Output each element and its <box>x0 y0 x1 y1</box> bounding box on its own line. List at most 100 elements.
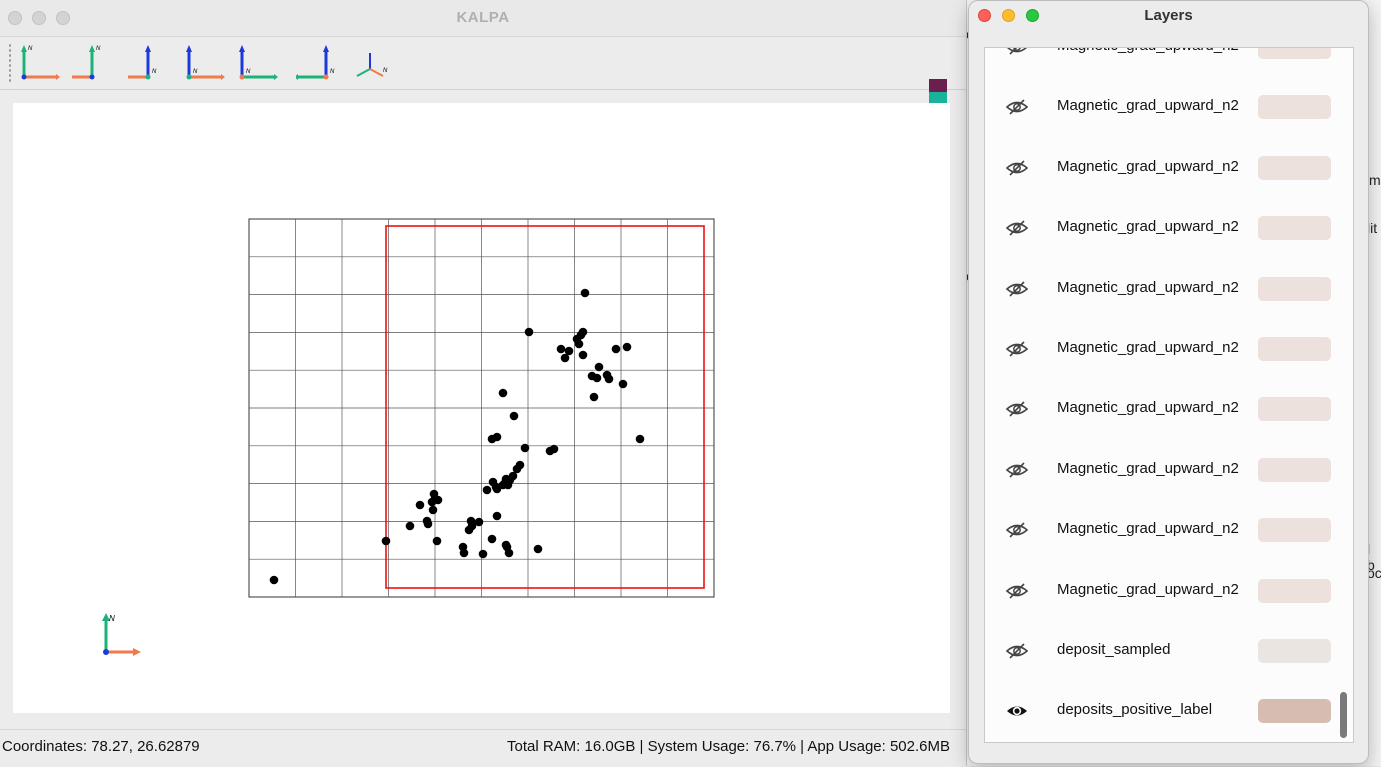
layer-name: Magnetic_grad_upward_n2 <box>1057 399 1239 417</box>
deposit-point <box>428 505 438 515</box>
layer-color-swatch[interactable] <box>1258 216 1331 241</box>
svg-text:N: N <box>28 46 33 52</box>
deposit-point <box>524 327 534 337</box>
layer-row[interactable]: Magnetic_grad_upward_n2 <box>985 500 1353 560</box>
map-canvas[interactable]: N <box>13 103 950 713</box>
layer-row[interactable]: Magnetic_grad_upward_n2 <box>985 319 1353 379</box>
layers-title-bar: Layers <box>969 1 1368 31</box>
deposit-point <box>589 392 599 402</box>
toolbar: N N N N N N N <box>0 37 966 118</box>
view-axis-1-button[interactable]: N <box>20 41 62 85</box>
view-axis-2-button[interactable]: N <box>60 41 114 85</box>
deposit-point <box>556 344 566 354</box>
view-axis-6-button[interactable]: N <box>294 41 338 85</box>
resource-usage-readout: Total RAM: 16.0GB | System Usage: 76.7% … <box>506 738 950 755</box>
deposit-point <box>611 344 621 354</box>
deposit-points <box>269 288 645 585</box>
layers-scrollbar-thumb[interactable] <box>1340 692 1347 738</box>
view-axis-5-button[interactable]: N <box>238 41 280 85</box>
layer-row[interactable]: Magnetic_grad_upward_n2 <box>985 561 1353 621</box>
deposit-point <box>459 548 469 558</box>
layer-row[interactable]: Magnetic_grad_upward_n2 <box>985 198 1353 258</box>
deposit-point <box>464 525 474 535</box>
deposit-point <box>498 388 508 398</box>
grid <box>248 218 715 598</box>
layer-row[interactable]: Magnetic_grad_upward_n2 <box>985 48 1353 77</box>
layer-color-swatch[interactable] <box>1258 337 1331 361</box>
svg-text:N: N <box>383 68 388 74</box>
deposit-point <box>478 549 488 559</box>
eye-slash-icon[interactable] <box>1005 399 1029 419</box>
status-bar: Coordinates: 78.27, 26.62879 Total RAM: … <box>0 729 966 767</box>
deposit-point <box>618 379 628 389</box>
axes-icon: N <box>116 45 157 80</box>
axes-icon: N <box>60 45 101 80</box>
layer-name: Magnetic_grad_upward_n2 <box>1057 339 1239 356</box>
eye-slash-icon[interactable] <box>1005 641 1029 661</box>
eye-icon[interactable] <box>1005 701 1029 721</box>
eye-slash-icon[interactable] <box>1005 97 1029 117</box>
deposit-point <box>533 544 543 554</box>
layer-color-swatch[interactable] <box>1258 699 1331 724</box>
layers-window-title: Layers <box>1144 7 1193 24</box>
svg-text:N: N <box>246 69 251 75</box>
layer-color-swatch[interactable] <box>1258 578 1331 603</box>
svg-text:N: N <box>152 69 157 75</box>
deposit-point <box>560 353 570 363</box>
axes-icon: N <box>356 53 388 77</box>
layer-row[interactable]: Magnetic_grad_upward_n2 <box>985 440 1353 500</box>
layer-row[interactable]: Magnetic_grad_upward_n2 <box>985 138 1353 198</box>
layer-row[interactable]: bounding_box <box>985 742 1353 743</box>
background-text: oc <box>1367 565 1381 581</box>
layer-color-swatch[interactable] <box>1258 518 1331 543</box>
view-axis-4-button[interactable]: N <box>185 41 227 85</box>
deposit-point <box>578 350 588 360</box>
layer-color-swatch[interactable] <box>1258 639 1331 663</box>
layer-color-swatch[interactable] <box>1258 457 1331 482</box>
eye-slash-icon[interactable] <box>1005 581 1029 601</box>
deposit-point <box>405 521 415 531</box>
eye-slash-icon[interactable] <box>1005 48 1029 57</box>
layers-window: Layers Magnetic_grad_upward_n2 Magnetic_g… <box>968 0 1369 764</box>
deposit-point <box>574 339 584 349</box>
layer-color-swatch[interactable] <box>1258 397 1331 422</box>
layer-color-swatch[interactable] <box>1258 276 1331 301</box>
layer-row[interactable]: deposit_sampled <box>985 621 1353 681</box>
layer-color-swatch[interactable] <box>1258 155 1331 180</box>
deposit-point <box>415 500 425 510</box>
layer-row[interactable]: Magnetic_grad_upward_n2 <box>985 77 1353 137</box>
layer-color-swatch[interactable] <box>1258 48 1331 59</box>
deposit-point <box>492 511 502 521</box>
deposit-point <box>501 474 511 484</box>
layers-list[interactable]: Magnetic_grad_upward_n2 Magnetic_grad_upw… <box>984 47 1354 743</box>
eye-slash-icon[interactable] <box>1005 158 1029 178</box>
eye-slash-icon[interactable] <box>1005 520 1029 540</box>
eye-slash-icon[interactable] <box>1005 279 1029 299</box>
toolbar-grip-handle[interactable] <box>8 43 12 83</box>
window-title: KALPA <box>456 9 510 26</box>
layer-row[interactable]: deposits_positive_label <box>985 681 1353 741</box>
swatch-purple <box>929 79 947 92</box>
svg-text:N: N <box>96 46 101 52</box>
view-axis-3-button[interactable]: N <box>116 41 170 85</box>
deposit-point <box>622 342 632 352</box>
map-view[interactable]: N <box>13 103 950 713</box>
layer-name: deposit_sampled <box>1057 641 1171 658</box>
north-arrow-icon: N <box>102 613 141 656</box>
layer-color-swatch[interactable] <box>1258 95 1331 120</box>
eye-slash-icon[interactable] <box>1005 339 1029 359</box>
deposit-point <box>592 373 602 383</box>
eye-slash-icon[interactable] <box>1005 460 1029 480</box>
axes-icon: N <box>21 45 60 80</box>
layer-name: Magnetic_grad_upward_n2 <box>1057 278 1239 296</box>
deposit-point <box>545 446 555 456</box>
layer-row[interactable]: Magnetic_grad_upward_n2 <box>985 259 1353 319</box>
deposit-point <box>433 495 443 505</box>
layer-row[interactable]: Magnetic_grad_upward_n2 <box>985 379 1353 439</box>
view-axis-iso-button[interactable]: N <box>350 41 392 85</box>
deposit-point <box>578 327 588 337</box>
eye-slash-icon[interactable] <box>1005 218 1029 238</box>
bounding-box-rect <box>385 225 705 589</box>
deposit-point <box>432 536 442 546</box>
kalpa-main-window: KALPA NNNNNNN N Coordinates: 78.27, 26.6… <box>0 0 967 767</box>
